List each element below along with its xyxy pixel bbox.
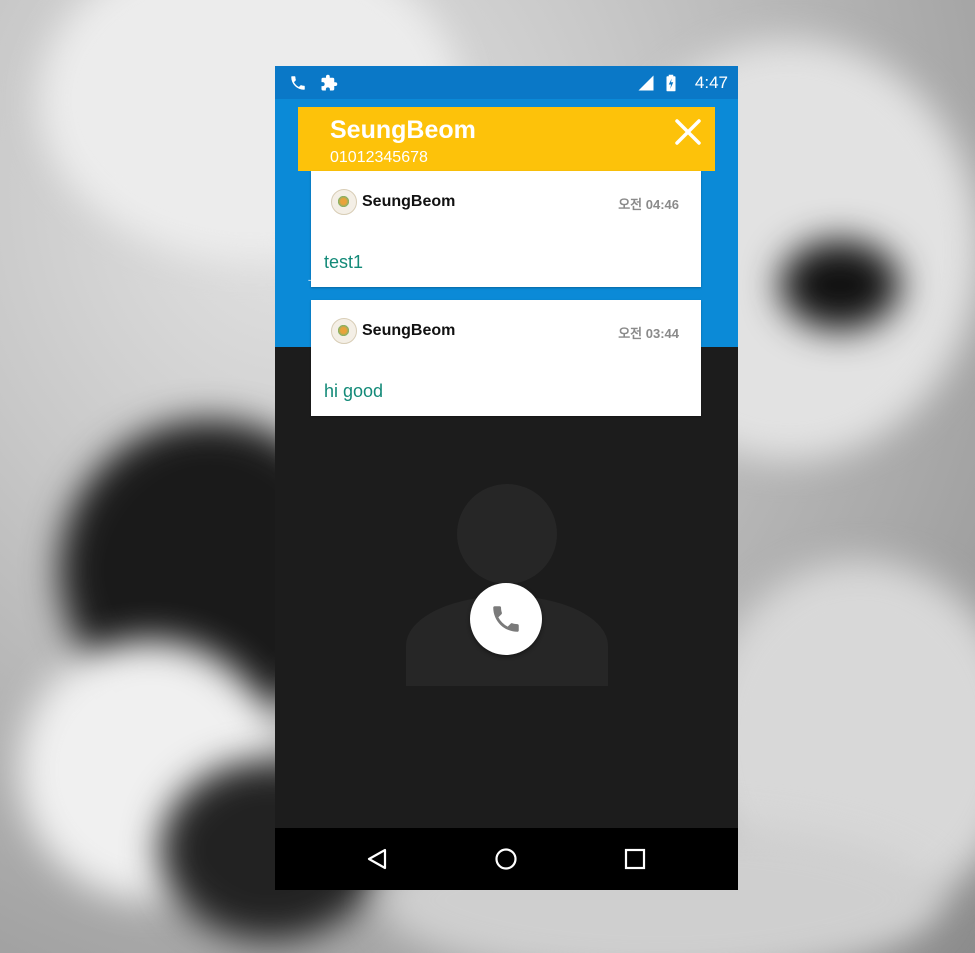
message-card[interactable]: SeungBeom 오전 03:44 hi good xyxy=(311,300,701,416)
answer-call-button[interactable] xyxy=(470,583,542,655)
message-time: 오전 03:44 xyxy=(618,326,679,341)
status-bar: 4:47 xyxy=(275,66,738,99)
app-logo-icon xyxy=(331,189,357,215)
puzzle-icon xyxy=(321,74,338,91)
message-time: 오전 04:46 xyxy=(618,197,679,212)
battery-icon xyxy=(666,74,676,92)
close-icon[interactable] xyxy=(673,117,703,147)
phone-icon xyxy=(291,76,305,90)
back-icon[interactable] xyxy=(365,847,389,871)
message-card[interactable]: SeungBeom 오전 04:46 test1 xyxy=(311,171,701,287)
app-logo-icon xyxy=(331,318,357,344)
message-sender: SeungBeom xyxy=(362,193,456,210)
home-icon[interactable] xyxy=(494,847,518,871)
phone-icon xyxy=(493,606,519,632)
message-text: hi good xyxy=(324,381,384,401)
signal-icon xyxy=(638,75,654,91)
message-text: test1 xyxy=(324,252,364,272)
navigation-bar xyxy=(275,828,738,890)
recents-icon[interactable] xyxy=(623,847,647,871)
caller-number: 01012345678 xyxy=(330,149,428,166)
clock: 4:47 xyxy=(694,73,728,92)
caller-name: SeungBeom xyxy=(330,116,476,144)
message-sender: SeungBeom xyxy=(362,322,456,339)
caller-banner: SeungBeom 01012345678 xyxy=(298,107,715,171)
